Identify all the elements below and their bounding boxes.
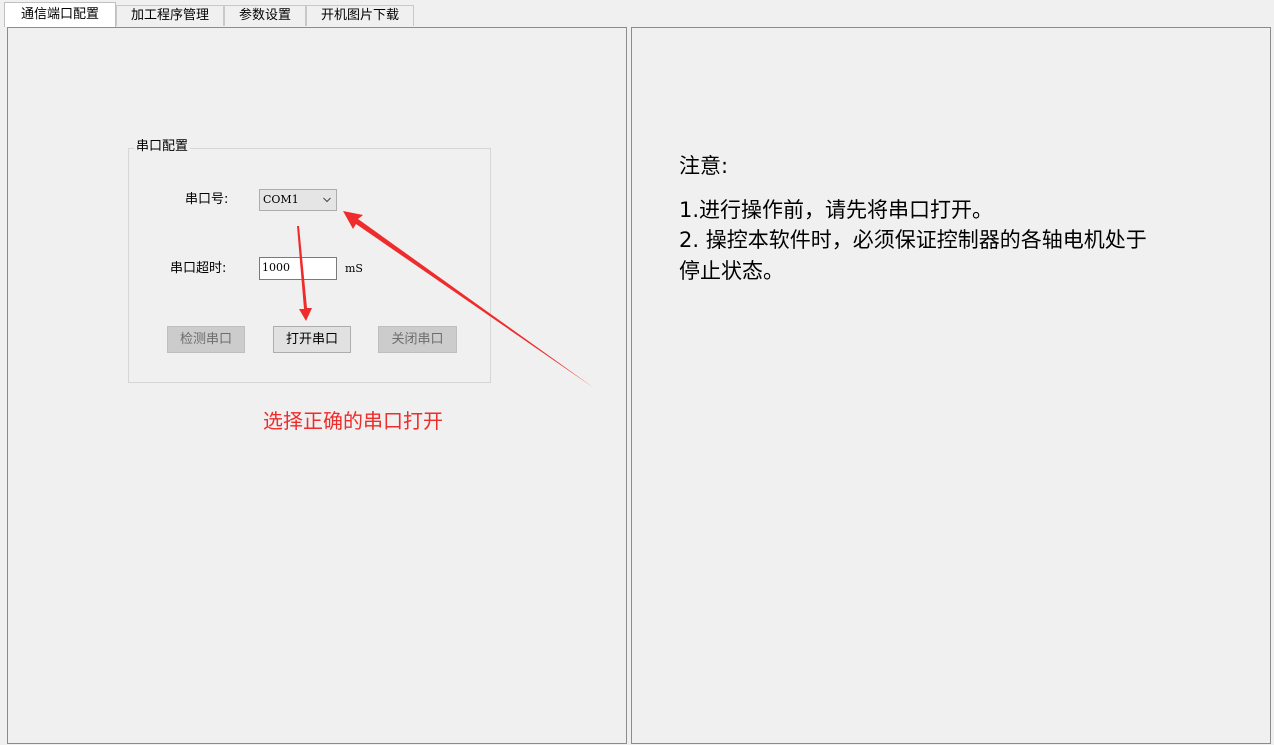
left-panel [7,27,627,744]
notice-line-3: 停止状态。 [679,259,784,283]
port-select-value: COM1 [263,193,299,206]
open-port-button[interactable]: 打开串口 [273,326,351,353]
chevron-down-icon [323,197,331,203]
notice-title: 注意: [679,154,729,178]
port-label: 串口号: [185,192,229,207]
timeout-input[interactable]: 1000 [259,257,337,280]
tab-parameter-settings[interactable]: 参数设置 [224,5,306,26]
right-panel [631,27,1271,744]
notice-line-1: 1.进行操作前，请先将串口打开。 [679,198,994,222]
serial-config-group-title: 串口配置 [134,138,191,156]
tab-boot-image-download[interactable]: 开机图片下载 [306,5,414,26]
timeout-unit: mS [345,262,363,275]
port-select[interactable]: COM1 [259,189,337,211]
notice-line-2: 2. 操控本软件时，必须保证控制器的各轴电机处于 [679,228,1147,252]
tab-program-management[interactable]: 加工程序管理 [116,5,224,26]
close-port-button[interactable]: 关闭串口 [378,326,457,353]
timeout-label: 串口超时: [170,261,227,276]
tab-comm-port-config[interactable]: 通信端口配置 [4,2,116,27]
tab-bar: 通信端口配置 加工程序管理 参数设置 开机图片下载 [0,0,1274,27]
annotation-text: 选择正确的串口打开 [263,409,443,433]
detect-port-button[interactable]: 检测串口 [167,326,245,353]
